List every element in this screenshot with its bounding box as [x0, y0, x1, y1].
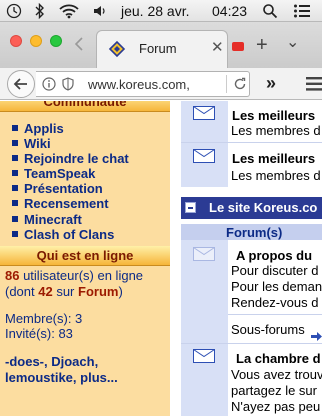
forum-topic-desc: N'ayez pas peu — [231, 399, 321, 414]
youtube-tab-icon[interactable] — [232, 42, 244, 51]
collapse-icon[interactable] — [185, 202, 196, 213]
members-count: Membre(s): 3 — [5, 311, 83, 326]
forum-topic-desc: Pour les deman — [231, 279, 322, 294]
tab-strip: Forum ✕ + ⌄ — [0, 22, 322, 68]
shield-icon[interactable] — [62, 77, 74, 96]
forum-topic-title[interactable]: A propos du — [236, 248, 312, 263]
guests-count: Invité(s): 83 — [5, 326, 73, 341]
bullet-icon — [12, 215, 18, 222]
url-text[interactable]: www.koreus.com, — [88, 77, 190, 92]
toolbar-overflow-icon[interactable]: » — [266, 73, 276, 94]
sidebar-link-chat[interactable]: Rejoindre le chat — [12, 151, 129, 166]
tab-close-button[interactable]: ✕ — [211, 38, 224, 56]
column-header-bar: Forum(s) — [181, 224, 322, 240]
tab-scroll-left-icon[interactable] — [74, 36, 84, 57]
close-window-button[interactable] — [10, 35, 22, 47]
bluetooth-icon[interactable] — [35, 3, 45, 19]
tab-title: Forum — [139, 41, 177, 56]
online-user-names-2[interactable]: lemoustike, plus... — [5, 370, 118, 386]
bullet-icon — [12, 170, 18, 177]
sidebar-link-minecraft[interactable]: Minecraft — [12, 212, 129, 227]
bullet-icon — [12, 155, 18, 162]
forum-topic-desc: partagez le sur — [231, 383, 317, 398]
time-machine-icon[interactable] — [6, 3, 22, 19]
forum-row-title[interactable]: Les meilleurs — [232, 151, 315, 166]
sidebar-link-teamspeak[interactable]: TeamSpeak — [12, 166, 129, 181]
online-header: Qui est en ligne — [0, 246, 170, 266]
mail-icon — [193, 149, 215, 168]
spotlight-icon[interactable] — [262, 3, 278, 19]
community-links: Applis Wiki Rejoindre le chat TeamSpeak … — [12, 121, 129, 242]
koreus-favicon-icon — [107, 39, 127, 64]
forum-area: Les meilleurs Les membres d Les meilleur… — [170, 101, 322, 416]
forum-topic-desc: Rendez-vous d — [231, 295, 319, 310]
forum-topic-desc: Pour discuter d — [231, 263, 319, 278]
sidebar-link-recensement[interactable]: Recensement — [12, 196, 129, 211]
subforums-label: Sous-forums — [231, 322, 305, 337]
forum-icon-column — [181, 240, 228, 416]
row-divider — [228, 314, 322, 315]
online-user-names-1[interactable]: -does-, Djoach, — [5, 354, 98, 370]
online-forum-link[interactable]: Forum — [78, 284, 118, 299]
bullet-icon — [12, 200, 18, 207]
menu-bar: jeu. 28 avr. 04:23 — [0, 0, 322, 22]
zoom-window-button[interactable] — [50, 35, 62, 47]
notification-center-icon[interactable] — [293, 3, 311, 19]
info-icon[interactable] — [42, 77, 56, 96]
community-header: Communauté — [0, 101, 170, 112]
url-divider — [226, 75, 227, 93]
bullet-icon — [12, 140, 18, 147]
forum-topic-title[interactable]: La chambre d — [236, 351, 321, 366]
online-count: 86 — [5, 268, 20, 283]
hamburger-menu-icon[interactable] — [306, 77, 322, 96]
forum-row-desc: Les membres d — [231, 168, 321, 183]
bullet-icon — [12, 230, 18, 237]
page-content: Communauté Applis Wiki Rejoindre le chat… — [0, 101, 322, 416]
mail-read-icon — [193, 247, 215, 266]
column-header-forums: Forum(s) — [226, 225, 283, 240]
row-divider — [181, 343, 322, 344]
sidebar-link-presentation[interactable]: Présentation — [12, 181, 129, 196]
url-bar[interactable]: www.koreus.com, — [36, 71, 250, 97]
row-divider — [181, 142, 322, 143]
sidebar-link-applis[interactable]: Applis — [12, 121, 129, 136]
online-forum-line: (dont 42 sur Forum) — [5, 284, 123, 299]
navigation-bar: www.koreus.com, » — [0, 68, 322, 100]
tab-list-icon[interactable]: ⌄ — [286, 32, 299, 52]
bullet-icon — [12, 185, 18, 192]
mail-icon — [193, 349, 215, 368]
forum-row-title[interactable]: Les meilleurs — [232, 108, 315, 123]
sidebar-link-wiki[interactable]: Wiki — [12, 136, 129, 151]
wifi-icon[interactable] — [59, 3, 79, 19]
section-title[interactable]: Le site Koreus.co — [209, 200, 317, 215]
mail-icon — [193, 106, 215, 125]
new-tab-button[interactable]: + — [256, 34, 268, 57]
minimize-window-button[interactable] — [30, 35, 42, 47]
reload-icon[interactable] — [233, 77, 247, 96]
menubar-time[interactable]: 04:23 — [212, 3, 247, 19]
volume-icon[interactable] — [92, 3, 108, 19]
online-users-line: 86 utilisateur(s) en ligne — [5, 268, 144, 283]
back-button[interactable] — [7, 70, 35, 98]
tab-forum[interactable]: Forum ✕ — [96, 30, 228, 68]
section-bar: Le site Koreus.co — [181, 197, 322, 219]
bullet-icon — [12, 125, 18, 131]
menubar-date[interactable]: jeu. 28 avr. — [121, 3, 190, 19]
sidebar: Communauté Applis Wiki Rejoindre le chat… — [0, 101, 170, 416]
forum-topic-desc: Vous avez trouv — [231, 367, 322, 382]
sidebar-link-clash-of-clans[interactable]: Clash of Clans — [12, 227, 129, 242]
online-forum-count: 42 — [38, 284, 53, 299]
forum-row-desc: Les membres d — [231, 123, 321, 138]
